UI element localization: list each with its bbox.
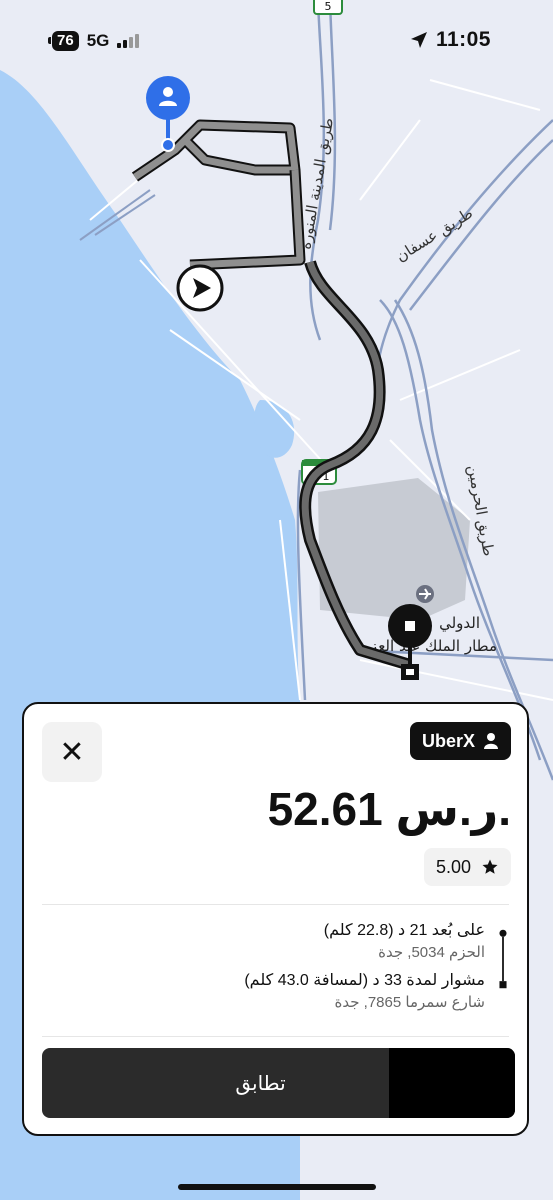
match-button[interactable]: تطابق [42, 1048, 515, 1118]
pickup-address: الحزم 5034, جدة [378, 944, 485, 961]
person-icon [484, 733, 498, 749]
clock: 11:05 [435, 28, 491, 51]
airport-plane-icon [416, 585, 434, 603]
dropoff-eta: مشوار لمدة 33 د (لمسافة 43.0 كلم) [244, 972, 485, 989]
star-icon [482, 859, 498, 874]
rating-value: 5.00 [435, 856, 471, 877]
fare-price: 52.61 ر.س. [267, 783, 512, 835]
product-label: UberX [421, 730, 475, 751]
driver-arrow-icon [176, 264, 224, 312]
divider [42, 904, 509, 905]
match-progress-fill [389, 1048, 515, 1118]
ride-card: ✕ UberX 52.61 ر.س. 5.00 على بُعد 21 د (2… [22, 702, 529, 1136]
location-arrow-icon [410, 32, 427, 48]
driver-route [131, 119, 306, 271]
home-indicator[interactable] [178, 1184, 376, 1190]
trip-timeline [499, 929, 507, 989]
close-icon: ✕ [59, 735, 85, 769]
dropoff-address: شارع سمرما 7865, جدة [334, 994, 485, 1011]
product-badge[interactable]: UberX [409, 722, 511, 760]
battery-icon: 76 [48, 31, 79, 51]
airport-area [318, 478, 470, 620]
signal-icon [117, 34, 140, 48]
network-label: 5G [86, 31, 110, 50]
road-label-usfan: طريق عسفان [393, 204, 476, 265]
status-bar: 76 5G 11:05 [0, 0, 553, 80]
match-label: تطابق [235, 1072, 286, 1095]
trip-details: على بُعد 21 د (22.8 كلم) الحزم 5034, جدة… [91, 920, 511, 1020]
airport-label-1: الدولي [439, 614, 480, 633]
pickup-eta: على بُعد 21 د (22.8 كلم) [323, 922, 485, 939]
major-roads [296, 0, 553, 781]
rating-badge: 5.00 [423, 848, 511, 886]
divider [42, 1036, 509, 1037]
close-button[interactable]: ✕ [42, 722, 102, 782]
road-label-haramain: طريق الحرمين [464, 464, 498, 558]
